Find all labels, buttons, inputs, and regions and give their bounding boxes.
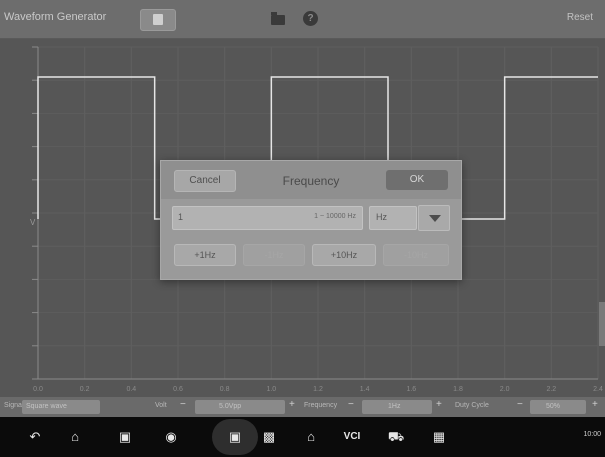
- minus-10hz-button[interactable]: -10Hz: [383, 244, 449, 266]
- recent-apps-icon[interactable]: ▣: [114, 417, 136, 457]
- duty-field[interactable]: 50%: [530, 400, 586, 414]
- frequency-field[interactable]: 1Hz: [362, 400, 432, 414]
- help-icon[interactable]: ?: [303, 11, 318, 26]
- x-tick-label: 0.4: [126, 386, 136, 393]
- volt-minus-button[interactable]: −: [180, 399, 186, 410]
- x-tick-label: 0.0: [33, 386, 43, 393]
- screen-record-icon[interactable]: ▩: [257, 417, 281, 457]
- unit-select[interactable]: Hz: [369, 206, 417, 230]
- frequency-range-hint: 1 ~ 10000 Hz: [314, 213, 356, 220]
- garage-icon[interactable]: ⌂: [299, 417, 323, 457]
- signal-select[interactable]: Square wave: [22, 400, 100, 414]
- system-navbar: ↶ ⌂ ▣ ◉ ▣ ▩ ⌂ VCI ⛟ ▦ 10:00: [0, 417, 605, 457]
- frequency-input[interactable]: 1 1 ~ 10000 Hz: [172, 206, 363, 230]
- app-window: Waveform Generator ? Reset 0.0 0.2 0.4 0.6 0…: [0, 0, 605, 457]
- x-tick-label: 2.0: [500, 386, 510, 393]
- volt-label: Volt: [155, 402, 167, 409]
- folder-icon[interactable]: [271, 12, 285, 25]
- volt-field[interactable]: 5.0Vpp: [195, 400, 285, 414]
- home-icon[interactable]: ⌂: [64, 417, 86, 457]
- ok-button[interactable]: OK: [386, 170, 448, 190]
- x-tick-label: 0.8: [220, 386, 230, 393]
- frequency-input-value: 1: [178, 212, 184, 222]
- vehicle-icon[interactable]: ⛟: [384, 417, 408, 457]
- x-tick-label: 1.0: [266, 386, 276, 393]
- x-tick-label: 1.2: [313, 386, 323, 393]
- frequency-label: Frequency: [304, 402, 338, 409]
- settings-icon[interactable]: ▦: [427, 417, 451, 457]
- frequency-plus-button[interactable]: +: [436, 399, 442, 410]
- x-tick-label: 0.6: [173, 386, 183, 393]
- plus-1hz-button[interactable]: +1Hz: [174, 244, 236, 266]
- dialog-header: Cancel Frequency OK: [161, 161, 461, 199]
- reset-button[interactable]: Reset: [567, 12, 593, 23]
- x-tick-label: 1.6: [406, 386, 416, 393]
- chevron-down-icon: [429, 215, 441, 222]
- app-title: Waveform Generator: [4, 11, 107, 23]
- x-tick-label: 1.8: [453, 386, 463, 393]
- vci-icon[interactable]: VCI: [337, 417, 367, 457]
- frequency-minus-button[interactable]: −: [348, 399, 354, 410]
- duty-value: 50%: [546, 403, 561, 410]
- x-tick-label: 2.2: [546, 386, 556, 393]
- plus-10hz-button[interactable]: +10Hz: [312, 244, 376, 266]
- browser-icon[interactable]: ◉: [160, 417, 182, 457]
- duty-cycle-label: Duty Cycle: [455, 402, 489, 409]
- volt-plus-button[interactable]: +: [289, 399, 295, 410]
- camera-button[interactable]: ▣: [212, 419, 258, 455]
- scroll-handle[interactable]: [599, 302, 605, 346]
- camera-icon: ▣: [228, 429, 242, 444]
- save-icon: [153, 14, 163, 25]
- duty-minus-button[interactable]: −: [517, 399, 523, 410]
- x-tick-label: 1.4: [360, 386, 370, 393]
- unit-value: Hz: [376, 212, 387, 222]
- x-tick-label: 0.2: [80, 386, 90, 393]
- signal-label: Signal: [4, 402, 24, 409]
- x-tick-label: 2.4: [593, 386, 603, 393]
- save-button[interactable]: [140, 9, 176, 31]
- signal-value: Square wave: [26, 403, 67, 410]
- frequency-dialog: Cancel Frequency OK 1 1 ~ 10000 Hz Hz +1…: [160, 160, 462, 280]
- top-toolbar: Waveform Generator ? Reset: [0, 0, 605, 39]
- minus-1hz-button[interactable]: -1Hz: [243, 244, 305, 266]
- settings-bar: Signal Square wave Volt − 5.0Vpp + Frequ…: [0, 397, 605, 417]
- back-icon[interactable]: ↶: [24, 417, 46, 457]
- status-time: 10:00: [583, 431, 601, 438]
- unit-dropdown-button[interactable]: [418, 205, 450, 231]
- frequency-value: 1Hz: [388, 403, 401, 410]
- volt-value: 5.0Vpp: [219, 403, 242, 410]
- y-axis-label: V: [30, 218, 36, 227]
- duty-plus-button[interactable]: +: [592, 399, 598, 410]
